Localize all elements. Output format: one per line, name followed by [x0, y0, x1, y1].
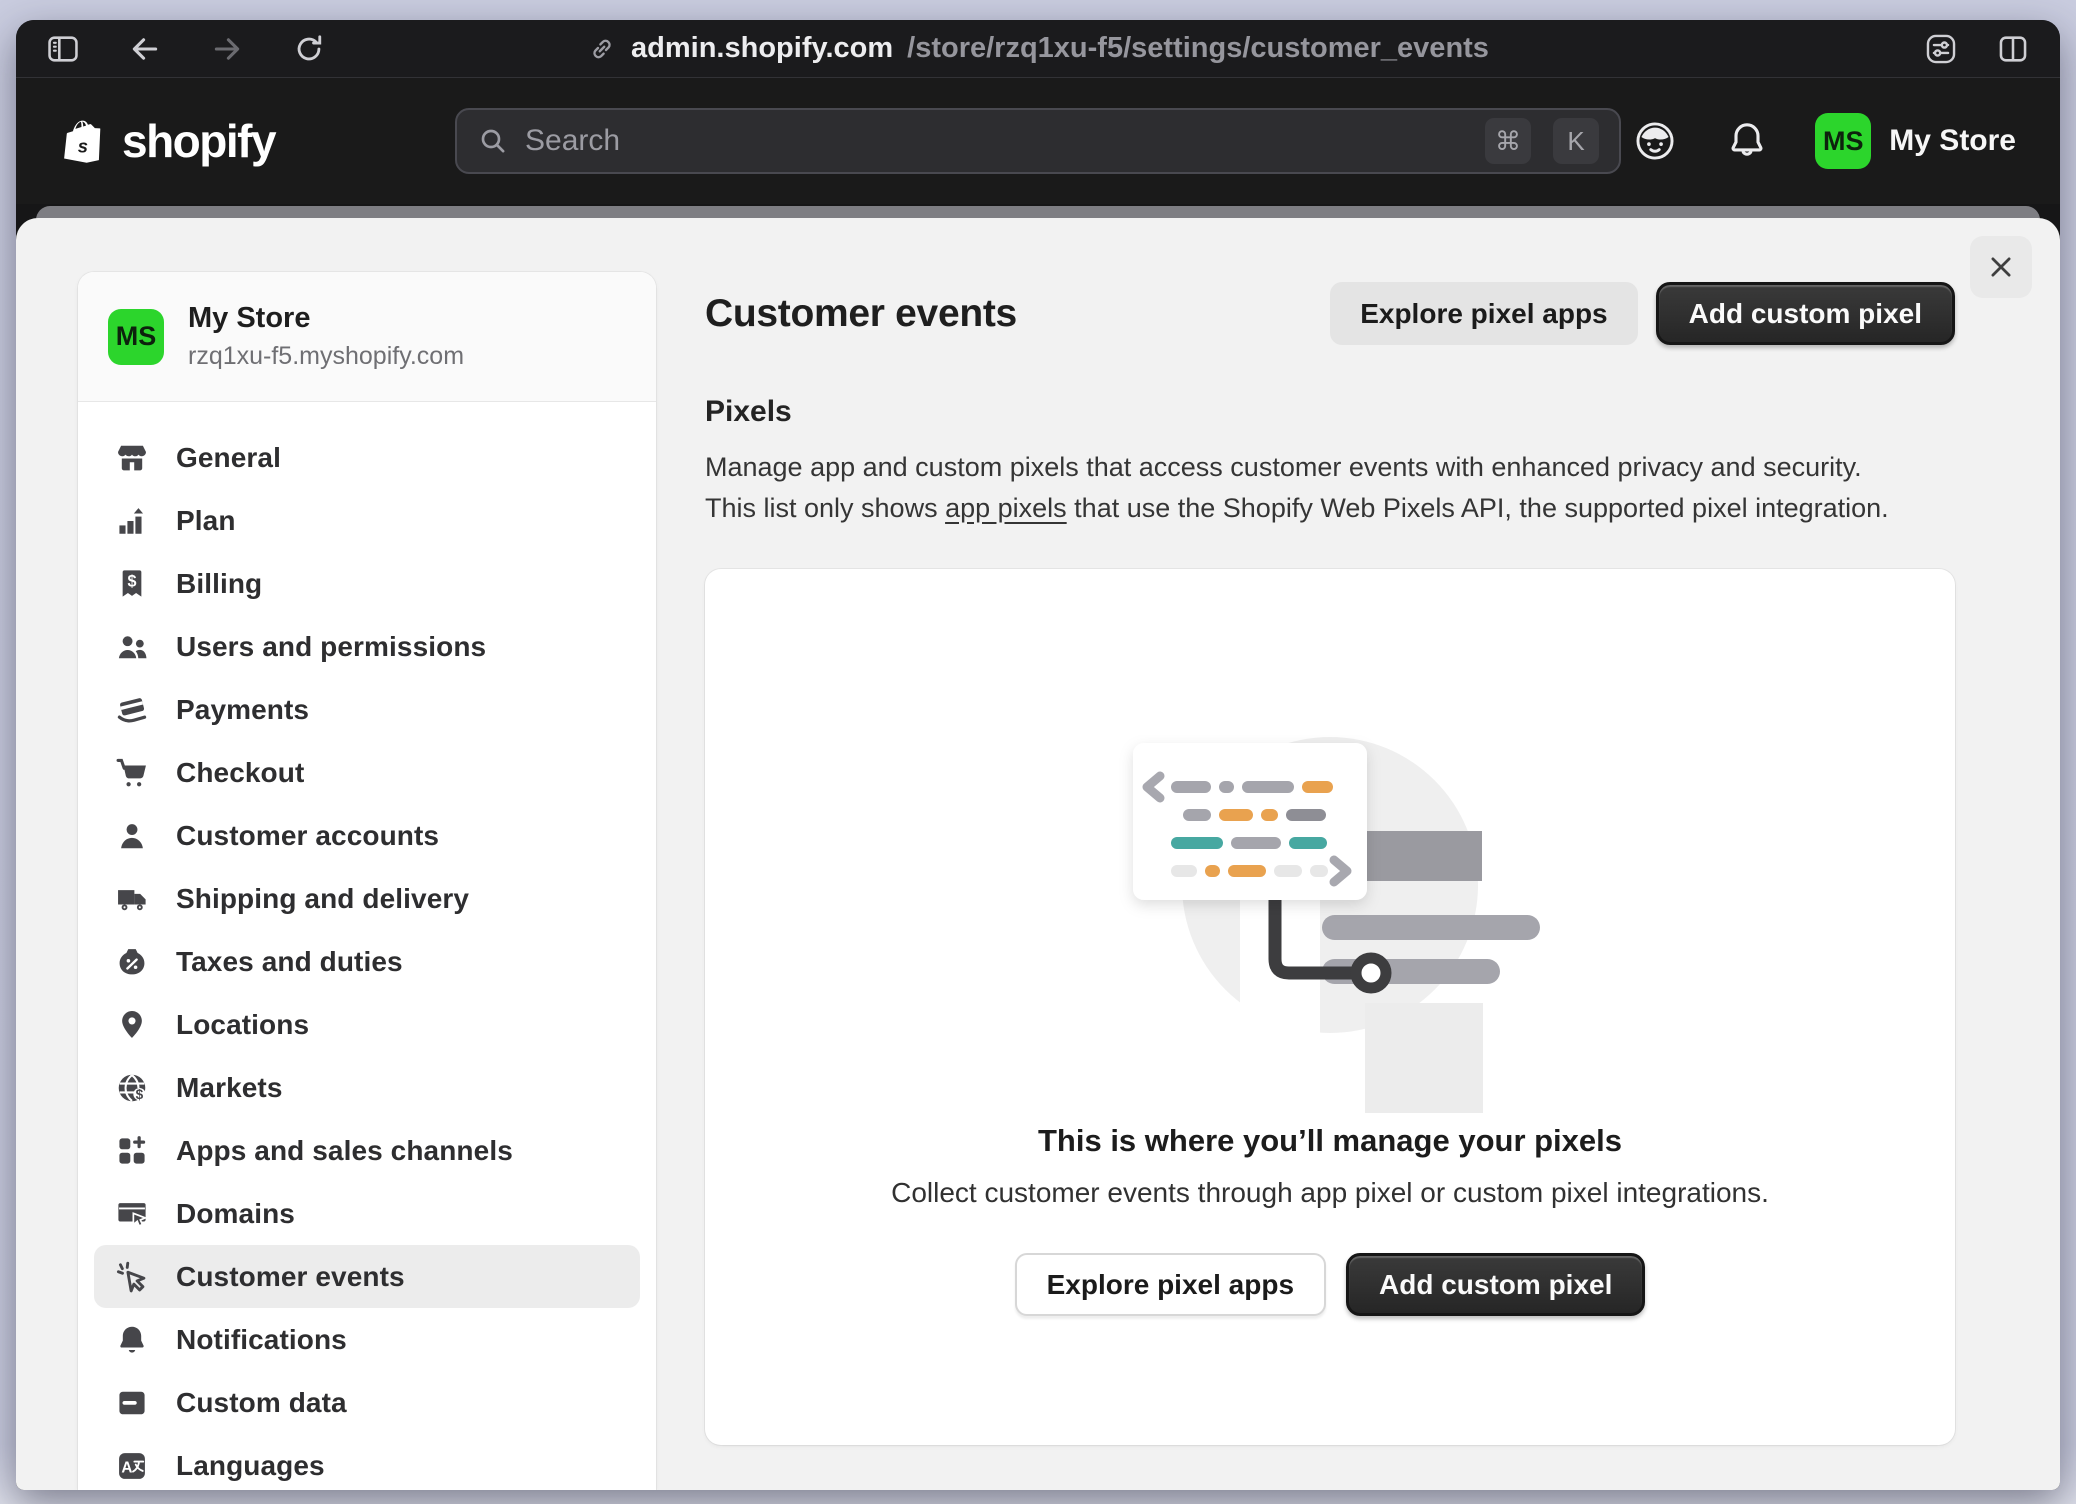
search-placeholder: Search — [525, 124, 1463, 158]
apps-icon — [114, 1133, 150, 1169]
sidebar-item-customer-events[interactable]: Customer events — [94, 1245, 640, 1308]
command-keycap: ⌘ — [1485, 118, 1531, 164]
payments-icon — [114, 692, 150, 728]
shopify-bag-icon: s — [60, 115, 112, 167]
pixels-section-title: Pixels — [705, 395, 1955, 429]
sidekick-assistant-icon[interactable] — [1631, 117, 1679, 165]
sidebar-item-billing[interactable]: $ Billing — [94, 552, 640, 615]
sidebar-store-avatar: MS — [108, 309, 164, 365]
sidebar-item-domains[interactable]: Domains — [94, 1182, 640, 1245]
sidebar-item-customer-accounts[interactable]: Customer accounts — [94, 804, 640, 867]
sidebar-item-languages[interactable]: A Languages — [94, 1434, 640, 1490]
pixels-empty-state-card: This is where you’ll manage your pixels … — [705, 569, 1955, 1445]
link-icon — [587, 34, 617, 64]
split-view-icon[interactable] — [1992, 28, 2034, 70]
sidebar-item-shipping-and-delivery[interactable]: Shipping and delivery — [94, 867, 640, 930]
svg-text:A: A — [121, 1459, 132, 1476]
store-avatar: MS — [1815, 113, 1871, 169]
add-custom-pixel-button[interactable]: Add custom pixel — [1656, 282, 1955, 345]
empty-state-heading: This is where you’ll manage your pixels — [1038, 1123, 1622, 1159]
description-line2-pre: This list only shows — [705, 493, 945, 523]
empty-state-subtext: Collect customer events through app pixe… — [891, 1177, 1769, 1209]
url-host: admin.shopify.com — [631, 32, 893, 65]
checkout-icon — [114, 755, 150, 791]
data-slot-icon — [114, 1385, 150, 1421]
billing-icon: $ — [114, 566, 150, 602]
sidebar-item-payments[interactable]: Payments — [94, 678, 640, 741]
page-settings-icon[interactable] — [1920, 28, 1962, 70]
sidebar-store-domain: rzq1xu-f5.myshopify.com — [188, 342, 464, 371]
bell-solid-icon — [114, 1322, 150, 1358]
close-settings-button[interactable] — [1970, 236, 2032, 298]
sidebar-item-notifications[interactable]: Notifications — [94, 1308, 640, 1371]
sidebar-item-markets[interactable]: $ Markets — [94, 1056, 640, 1119]
users-icon — [114, 629, 150, 665]
sidebar-store-name: My Store — [188, 302, 464, 335]
svg-text:$: $ — [136, 1086, 144, 1101]
settings-modal: MS My Store rzq1xu-f5.myshopify.com Gene… — [16, 218, 2060, 1490]
sidebar-item-users-and-permissions[interactable]: Users and permissions — [94, 615, 640, 678]
browser-window: admin.shopify.com/store/rzq1xu-f5/settin… — [16, 20, 2060, 1490]
shopify-logo[interactable]: s shopify — [60, 114, 275, 168]
pixels-description: Manage app and custom pixels that access… — [705, 447, 1955, 529]
sidebar-toggle-icon[interactable] — [42, 28, 84, 70]
sidebar-item-checkout[interactable]: Checkout — [94, 741, 640, 804]
shopify-header: s shopify Search ⌘ K MS My Store — [16, 78, 2060, 204]
close-icon — [1986, 252, 2016, 282]
domains-icon — [114, 1196, 150, 1232]
settings-sidebar: MS My Store rzq1xu-f5.myshopify.com Gene… — [78, 272, 656, 1490]
app-pixels-link[interactable]: app pixels — [945, 493, 1067, 523]
reload-button-icon[interactable] — [288, 28, 330, 70]
empty-explore-pixel-apps-button[interactable]: Explore pixel apps — [1015, 1253, 1326, 1316]
truck-icon — [114, 881, 150, 917]
account-store-name: My Store — [1889, 124, 2016, 158]
person-icon — [114, 818, 150, 854]
explore-pixel-apps-button[interactable]: Explore pixel apps — [1330, 282, 1637, 345]
empty-add-custom-pixel-button[interactable]: Add custom pixel — [1346, 1253, 1645, 1316]
page-title: Customer events — [705, 292, 1017, 336]
sidebar-item-custom-data[interactable]: Custom data — [94, 1371, 640, 1434]
description-line2-post: that use the Shopify Web Pixels API, the… — [1067, 493, 1889, 523]
pixels-illustration — [1070, 735, 1590, 1135]
svg-text:$: $ — [128, 572, 137, 590]
sidebar-item-locations[interactable]: Locations — [94, 993, 640, 1056]
account-menu[interactable]: MS My Store — [1815, 113, 2016, 169]
svg-text:s: s — [78, 135, 88, 156]
cursor-click-icon — [114, 1259, 150, 1295]
shopify-wordmark: shopify — [122, 114, 275, 168]
taxes-icon — [114, 944, 150, 980]
forward-button-icon[interactable] — [206, 28, 248, 70]
translate-icon: A — [114, 1448, 150, 1484]
settings-main: Customer events Explore pixel apps Add c… — [705, 218, 1955, 1445]
sidebar-item-general[interactable]: General — [94, 426, 640, 489]
k-keycap: K — [1553, 118, 1599, 164]
search-icon — [477, 125, 509, 157]
pin-icon — [114, 1007, 150, 1043]
back-button-icon[interactable] — [124, 28, 166, 70]
sidebar-item-plan[interactable]: Plan — [94, 489, 640, 552]
sidebar-item-taxes-and-duties[interactable]: Taxes and duties — [94, 930, 640, 993]
settings-nav: General Plan $ Billing Users and permiss… — [78, 402, 656, 1490]
browser-toolbar: admin.shopify.com/store/rzq1xu-f5/settin… — [16, 20, 2060, 78]
globe-icon: $ — [114, 1070, 150, 1106]
sidebar-item-apps-and-sales-channels[interactable]: Apps and sales channels — [94, 1119, 640, 1182]
settings-stage: MS My Store rzq1xu-f5.myshopify.com Gene… — [16, 204, 2060, 1490]
sidebar-store-header: MS My Store rzq1xu-f5.myshopify.com — [78, 272, 656, 402]
notifications-bell-icon[interactable] — [1723, 117, 1771, 165]
store-icon — [114, 440, 150, 476]
description-line1: Manage app and custom pixels that access… — [705, 452, 1862, 482]
plan-icon — [114, 503, 150, 539]
url-path: /store/rzq1xu-f5/settings/customer_event… — [907, 32, 1489, 65]
global-search-input[interactable]: Search ⌘ K — [455, 108, 1621, 174]
